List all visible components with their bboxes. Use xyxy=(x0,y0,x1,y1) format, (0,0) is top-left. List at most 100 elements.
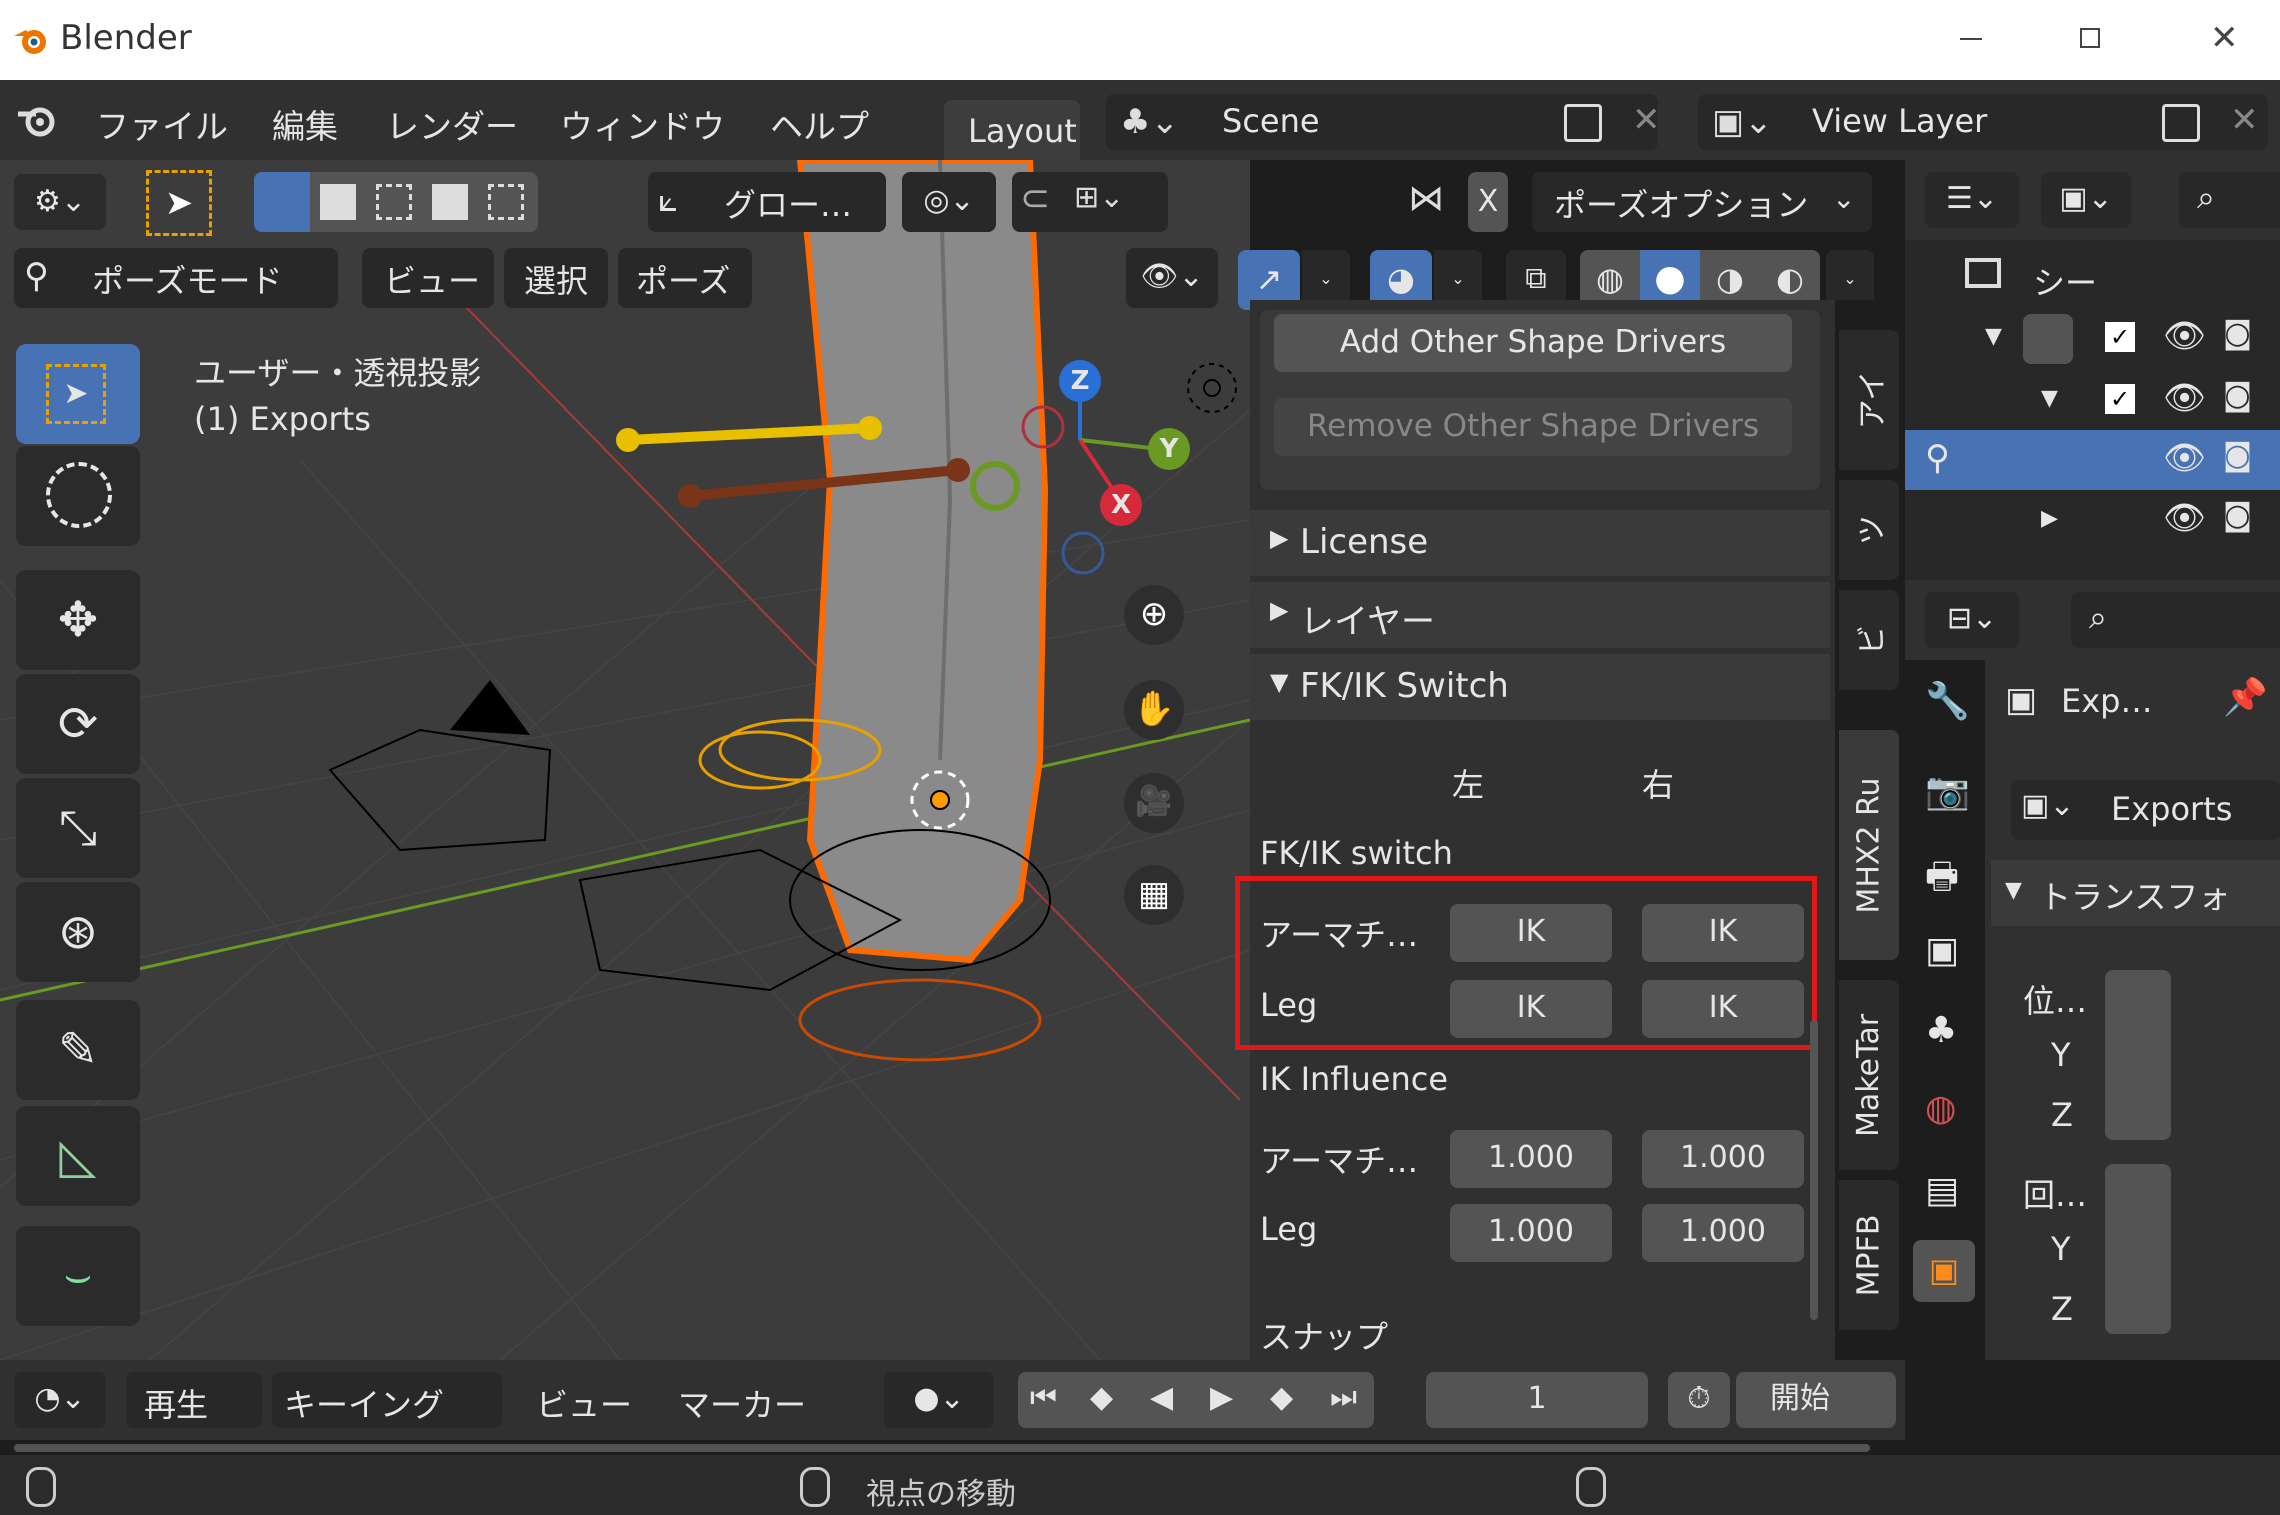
select-invert-icon[interactable] xyxy=(432,184,468,220)
eye-icon[interactable]: 👁 xyxy=(2163,498,2206,538)
checkbox-icon[interactable]: ✓ xyxy=(2105,322,2135,352)
jump-start-icon[interactable]: ⏮ xyxy=(1030,1380,1057,1415)
play-icon[interactable]: ▶ xyxy=(1210,1380,1233,1415)
collapsed-arrow-icon[interactable]: ▶ xyxy=(2041,506,2058,531)
menu-playback[interactable]: 再生 xyxy=(126,1372,262,1428)
current-frame-field[interactable]: 1 xyxy=(1426,1372,1648,1428)
auto-keying-button[interactable]: ●⌄ xyxy=(884,1372,994,1428)
select-extend-icon[interactable] xyxy=(320,184,356,220)
tab-maketarget[interactable]: MakeTar xyxy=(1839,980,1899,1170)
transform-panel-header[interactable]: ▼ トランスフォ xyxy=(1991,860,2280,926)
snap-magnet-icon[interactable]: ⊂ xyxy=(1020,178,1050,219)
transform-orientation-dropdown[interactable]: ⟀ グロー… xyxy=(648,172,886,232)
outliner-row-armature[interactable]: ▼ ✓ 👁 ◙ xyxy=(1905,370,2280,430)
gizmo-x[interactable]: X xyxy=(1100,484,1142,526)
3d-viewport[interactable]: Z Y X ユーザー・透視投影 (1) Exports ⊕ ✋ 🎥 ▦ xyxy=(0,160,1250,1360)
outliner-search-field[interactable]: ⌕ xyxy=(2179,172,2280,228)
influence-armature-right-field[interactable]: 1.000 xyxy=(1642,1130,1804,1188)
tool-settings-icon[interactable]: ⚙⌄ xyxy=(14,174,106,230)
npanel-scrollbar[interactable] xyxy=(1810,1020,1818,1320)
editor-type-timeline-dropdown[interactable]: ◔⌄ xyxy=(14,1372,106,1428)
data-block-selector[interactable]: ▣⌄ Exports xyxy=(2011,780,2280,840)
select-intersect-icon[interactable] xyxy=(488,184,524,220)
menu-marker[interactable]: マーカー xyxy=(678,1380,806,1426)
remove-shape-drivers-button[interactable]: Remove Other Shape Drivers xyxy=(1274,398,1792,456)
add-shape-drivers-button[interactable]: Add Other Shape Drivers xyxy=(1274,314,1792,372)
view-layer-selector[interactable]: ▣⌄ View Layer ✕ xyxy=(1698,94,2268,150)
menu-timeline-view[interactable]: ビュー xyxy=(536,1380,632,1426)
menu-file[interactable]: ファイル xyxy=(96,100,228,148)
mirror-icon[interactable]: ⋈ xyxy=(1408,178,1444,219)
expanded-arrow-icon[interactable]: ▼ xyxy=(1985,324,2002,349)
section-layer[interactable]: ▶ レイヤー xyxy=(1250,582,1830,648)
fkik-armature-right-button[interactable]: IK xyxy=(1642,904,1804,962)
scene-selector[interactable]: ♣⌄ Scene ✕ xyxy=(1106,94,1661,150)
pivot-dropdown[interactable]: ◎⌄ xyxy=(902,172,996,232)
mode-dropdown[interactable]: ⚲ ポーズモード xyxy=(14,248,338,308)
annotate-tool[interactable]: ✎ xyxy=(16,1000,140,1100)
section-license[interactable]: ▶ License xyxy=(1250,510,1830,576)
rotation-fields[interactable] xyxy=(2105,1164,2171,1334)
scene-tab-icon[interactable]: ♣ xyxy=(1925,1010,1957,1051)
tab-view[interactable]: ビ xyxy=(1839,590,1899,690)
pan-hand-icon[interactable]: ✋ xyxy=(1124,680,1184,740)
influence-leg-left-field[interactable]: 1.000 xyxy=(1450,1204,1612,1262)
scene-copy-icon[interactable] xyxy=(1564,104,1602,142)
view-layer-delete-icon[interactable]: ✕ xyxy=(2230,100,2259,140)
filter-dropdown[interactable]: ▣⌄ xyxy=(2041,172,2131,228)
gizmo-y[interactable]: Y xyxy=(1148,428,1190,470)
minimize-icon[interactable] xyxy=(1960,38,1982,40)
jump-end-icon[interactable]: ⏭ xyxy=(1330,1380,1357,1415)
select-tool-icon[interactable]: ➤ xyxy=(146,170,212,236)
scene-delete-icon[interactable]: ✕ xyxy=(1632,100,1661,140)
menu-help[interactable]: ヘルプ xyxy=(770,100,869,148)
gizmo-z[interactable]: Z xyxy=(1059,360,1101,402)
preview-range-icon[interactable]: ⏱ xyxy=(1668,1372,1730,1428)
eye-icon[interactable]: 👁 xyxy=(2163,378,2206,418)
timeline-scrollbar[interactable] xyxy=(14,1444,1870,1452)
eye-icon[interactable]: 👁 xyxy=(2163,438,2206,478)
camera-render-icon[interactable]: ◙ xyxy=(2223,316,2252,351)
snap-increment-icon[interactable]: ⊞⌄ xyxy=(1074,180,1124,215)
object-name-row[interactable]: ▣ Exp… 📌 xyxy=(2005,672,2275,732)
render-tab-icon[interactable]: 📷 xyxy=(1925,770,1970,812)
move-tool[interactable]: ✥ xyxy=(16,570,140,670)
display-mode-dropdown[interactable]: ☰⌄ xyxy=(1925,172,2019,228)
measure-tool[interactable]: ◺ xyxy=(16,1106,140,1206)
relax-tool[interactable]: ⌣ xyxy=(16,1226,140,1326)
select-box-tool[interactable]: ➤ xyxy=(16,344,140,444)
object-tab-icon[interactable]: ▣ xyxy=(1913,1240,1975,1302)
world-tab-icon[interactable]: ◍ xyxy=(1925,1088,1956,1129)
camera-render-icon[interactable]: ◙ xyxy=(2223,438,2252,473)
camera-render-icon[interactable]: ◙ xyxy=(2223,498,2252,533)
scale-tool[interactable]: ⤡ xyxy=(16,778,140,878)
menu-keying[interactable]: キーイング xyxy=(272,1372,502,1428)
tab-layout[interactable]: Layout xyxy=(944,100,1080,160)
fkik-leg-left-button[interactable]: IK xyxy=(1450,980,1612,1038)
transform-tool[interactable]: ⊛ xyxy=(16,882,140,982)
influence-armature-left-field[interactable]: 1.000 xyxy=(1450,1130,1612,1188)
tab-item[interactable]: アイ xyxy=(1839,330,1899,470)
menu-render[interactable]: レンダー xyxy=(386,100,518,148)
pose-options-dropdown[interactable]: ポーズオプション ⌄ xyxy=(1532,172,1872,232)
fkik-leg-right-button[interactable]: IK xyxy=(1642,980,1804,1038)
expanded-arrow-icon[interactable]: ▼ xyxy=(2041,386,2058,411)
next-keyframe-icon[interactable]: ◆ xyxy=(1270,1380,1293,1415)
outliner-row-pose-selected[interactable]: ⚲ 👁 ◙ xyxy=(1905,430,2280,490)
pin-icon[interactable]: 📌 xyxy=(2223,676,2268,718)
view-layer-copy-icon[interactable] xyxy=(2162,104,2200,142)
outliner-row-collection[interactable]: ▼ ✓ 👁 ◙ xyxy=(1905,308,2280,368)
section-fkik-switch[interactable]: ▼ FK/IK Switch xyxy=(1250,654,1830,720)
camera-render-icon[interactable]: ◙ xyxy=(2223,378,2252,413)
tab-mhx2-runtime[interactable]: MHX2 Ru xyxy=(1839,730,1899,960)
outliner-row-child[interactable]: ▶ 👁 ◙ xyxy=(1905,490,2280,550)
collection-tab-icon[interactable]: ▤ xyxy=(1925,1170,1959,1211)
close-icon[interactable]: ✕ xyxy=(2210,18,2239,58)
ortho-grid-icon[interactable]: ▦ xyxy=(1124,865,1184,925)
play-reverse-icon[interactable]: ◀ xyxy=(1150,1380,1173,1415)
location-fields[interactable] xyxy=(2105,970,2171,1140)
cursor-tool[interactable] xyxy=(16,446,140,546)
menu-edit[interactable]: 編集 xyxy=(272,100,338,148)
menu-select[interactable]: 選択 xyxy=(504,248,608,308)
eye-icon[interactable]: 👁 xyxy=(2163,316,2206,356)
